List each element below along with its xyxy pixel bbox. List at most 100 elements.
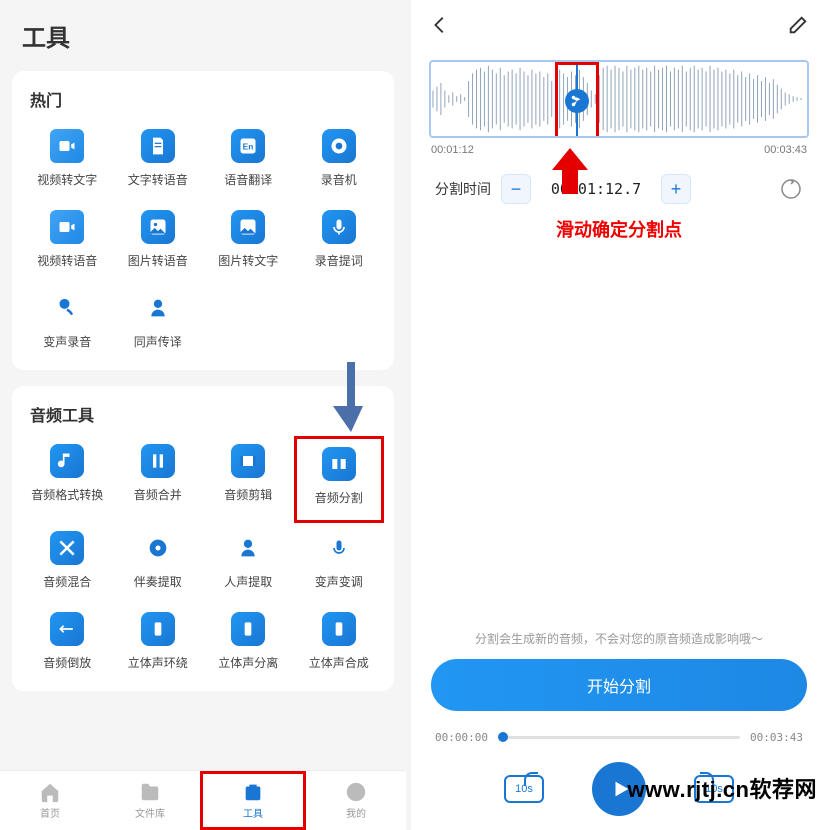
- waveform-times: 00:01:12 00:03:43: [411, 142, 827, 158]
- decrease-button[interactable]: −: [501, 174, 531, 204]
- tool-stereo-surround[interactable]: 立体声环绕: [113, 604, 204, 685]
- tool-stereo-merge[interactable]: 立体声合成: [294, 604, 385, 685]
- cell-label: 立体声分离: [218, 654, 278, 671]
- audio-grid: 音频格式转换 音频合并 音频剪辑 音频分割 音频混合 伴奏提取 人声提取 变声变…: [22, 436, 384, 685]
- tool-voice-change-record[interactable]: 变声录音: [22, 283, 113, 364]
- img2-icon: [231, 210, 265, 244]
- play-controls: 10s 10s: [411, 754, 827, 830]
- cell-label: 伴奏提取: [134, 573, 182, 590]
- scissor-icon: [565, 89, 589, 113]
- hot-section: 热门 视频转文字 文字转语音 En 语音翻译 录音机 视频转语音 图片转语音 图片…: [12, 71, 394, 370]
- person-icon: [141, 291, 175, 325]
- stereo-split-icon: [231, 612, 265, 646]
- merge-icon: [141, 444, 175, 478]
- tool-image-to-text[interactable]: 图片转文字: [203, 202, 294, 283]
- back-icon[interactable]: [429, 14, 451, 36]
- cell-label: 立体声环绕: [128, 654, 188, 671]
- timeline-total: 00:03:43: [750, 731, 803, 744]
- cell-label: 音频分割: [315, 489, 363, 506]
- tool-stereo-split[interactable]: 立体声分离: [203, 604, 294, 685]
- tool-vocal-extract[interactable]: 人声提取: [203, 523, 294, 604]
- tool-audio-mix[interactable]: 音频混合: [22, 523, 113, 604]
- cell-label: 图片转文字: [218, 252, 278, 269]
- nav-label: 我的: [346, 805, 366, 820]
- page-title: 工具: [0, 0, 406, 63]
- waveform[interactable]: [429, 60, 809, 138]
- cell-label: 音频混合: [43, 573, 91, 590]
- playback-timeline[interactable]: 00:00:00 00:03:43: [411, 725, 827, 754]
- orbit-icon[interactable]: [779, 177, 803, 201]
- doc-icon: [141, 129, 175, 163]
- split-time-value: 00:01:12.7: [541, 180, 651, 198]
- edit-icon[interactable]: [787, 14, 809, 36]
- timeline-track[interactable]: [498, 736, 740, 739]
- tool-text-to-speech[interactable]: 文字转语音: [113, 121, 204, 202]
- start-split-button[interactable]: 开始分割: [431, 659, 807, 711]
- tool-audio-format[interactable]: 音频格式转换: [22, 436, 113, 523]
- surround-icon: [141, 612, 175, 646]
- skip-forward-button[interactable]: 10s: [694, 775, 734, 803]
- timeline-current: 00:00:00: [435, 731, 488, 744]
- tool-pitch-change[interactable]: 变声变调: [294, 523, 385, 604]
- bottom-nav: 首页 文件库 工具 我的: [0, 770, 406, 830]
- play-button[interactable]: [592, 762, 646, 816]
- cell-label: 音频倒放: [43, 654, 91, 671]
- split-header: [411, 0, 827, 50]
- hint-text: 滑动确定分割点: [411, 210, 827, 242]
- hot-grid: 视频转文字 文字转语音 En 语音翻译 录音机 视频转语音 图片转语音 图片转文字…: [22, 121, 384, 364]
- en-icon: En: [231, 129, 265, 163]
- cell-label: 变声录音: [43, 333, 91, 350]
- vid-icon: [50, 210, 84, 244]
- tool-video-to-text[interactable]: 视频转文字: [22, 121, 113, 202]
- tool-video-to-speech[interactable]: 视频转语音: [22, 202, 113, 283]
- tool-recorder[interactable]: 录音机: [294, 121, 385, 202]
- nav-home[interactable]: 首页: [0, 771, 100, 830]
- tool-accompaniment-extract[interactable]: 伴奏提取: [113, 523, 204, 604]
- tool-teleprompter[interactable]: 录音提词: [294, 202, 385, 283]
- nav-label: 文件库: [135, 805, 165, 820]
- nav-label: 工具: [243, 805, 263, 820]
- tool-audio-split[interactable]: 音频分割: [294, 436, 385, 523]
- cell-label: 视频转文字: [37, 171, 97, 188]
- cell-label: 文字转语音: [128, 171, 188, 188]
- timeline-thumb[interactable]: [498, 732, 508, 742]
- cell-label: 语音翻译: [224, 171, 272, 188]
- note-icon: [50, 444, 84, 478]
- cell-label: 音频剪辑: [224, 486, 272, 503]
- voice-icon: [50, 291, 84, 325]
- nav-label: 首页: [40, 805, 60, 820]
- note-text: 分割会生成新的音频，不会对您的原音频造成影响哦～: [411, 630, 827, 659]
- skip-back-button[interactable]: 10s: [504, 775, 544, 803]
- cell-label: 音频格式转换: [31, 486, 103, 503]
- split-marker[interactable]: [555, 62, 599, 138]
- nav-files[interactable]: 文件库: [100, 771, 200, 830]
- nav-me[interactable]: 我的: [306, 771, 406, 830]
- split-screen: 00:01:12 00:03:43 分割时间 − 00:01:12.7 + 滑动…: [411, 0, 827, 830]
- mix-icon: [50, 531, 84, 565]
- split-icon: [322, 447, 356, 481]
- text-icon: [50, 129, 84, 163]
- wave-end: 00:03:43: [764, 144, 807, 156]
- reverse-icon: [50, 612, 84, 646]
- tool-simul-interp[interactable]: 同声传译: [113, 283, 204, 364]
- nav-tools[interactable]: 工具: [203, 781, 303, 820]
- increase-button[interactable]: +: [661, 174, 691, 204]
- tool-audio-merge[interactable]: 音频合并: [113, 436, 204, 523]
- tool-image-to-speech[interactable]: 图片转语音: [113, 202, 204, 283]
- svg-text:En: En: [243, 141, 254, 151]
- tool-audio-clip[interactable]: 音频剪辑: [203, 436, 294, 523]
- stereo-merge-icon: [322, 612, 356, 646]
- cell-label: 音频合并: [134, 486, 182, 503]
- mic-icon: [322, 210, 356, 244]
- tool-voice-translate[interactable]: En 语音翻译: [203, 121, 294, 202]
- hot-title: 热门: [22, 87, 384, 121]
- cell-label: 同声传译: [134, 333, 182, 350]
- cell-label: 立体声合成: [309, 654, 369, 671]
- cell-label: 图片转语音: [128, 252, 188, 269]
- pitch-icon: [322, 531, 356, 565]
- tool-audio-reverse[interactable]: 音频倒放: [22, 604, 113, 685]
- cell-label: 视频转语音: [37, 252, 97, 269]
- split-time-row: 分割时间 − 00:01:12.7 +: [411, 158, 827, 210]
- audio-title: 音频工具: [22, 402, 384, 436]
- waveform-svg: [431, 62, 807, 136]
